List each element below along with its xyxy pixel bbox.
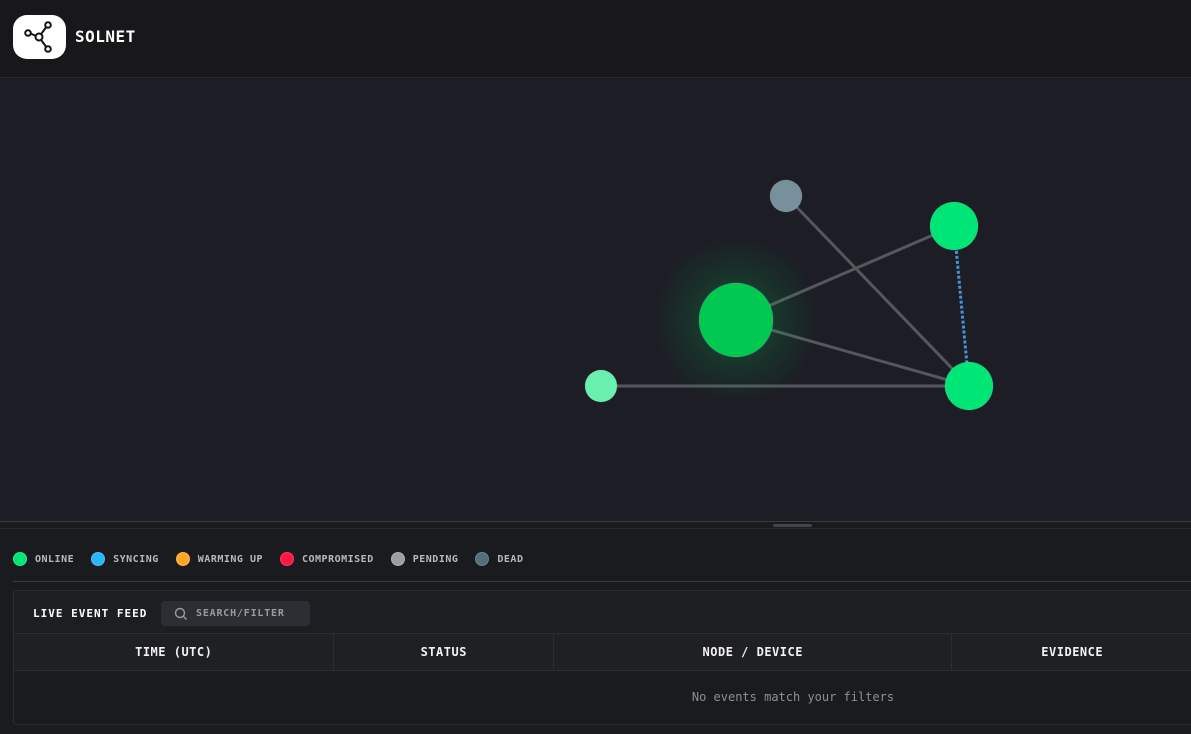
network-graph-canvas[interactable]	[0, 78, 1191, 521]
legend-dot	[175, 552, 190, 566]
panel-splitter[interactable]	[0, 521, 1191, 529]
legend-item-warming-up: WARMING UP	[175, 552, 263, 566]
splitter-handle[interactable]	[773, 524, 812, 527]
network-graph[interactable]	[0, 78, 1191, 521]
legend-label: DEAD	[497, 553, 524, 565]
feed-title: LIVE EVENT FEED	[33, 607, 148, 620]
legend-dot	[91, 552, 106, 566]
column-header-time[interactable]: TIME (UTC)	[14, 634, 335, 670]
search-input[interactable]	[196, 608, 306, 619]
feed-toolbar: LIVE EVENT FEED	[14, 591, 1191, 634]
legend-label: PENDING	[412, 553, 459, 565]
legend-label: COMPROMISED	[302, 553, 374, 565]
legend-item-online: ONLINE	[13, 552, 74, 566]
table-header: TIME (UTC) STATUS NODE / DEVICE EVIDENCE	[14, 634, 1191, 671]
node-hub[interactable]	[698, 282, 774, 358]
node-bottom-right[interactable]	[944, 361, 994, 411]
column-header-evidence[interactable]: EVIDENCE	[952, 634, 1191, 670]
node-left[interactable]	[584, 369, 618, 403]
empty-state-message: No events match your filters	[691, 690, 895, 704]
network-graph-icon	[23, 21, 52, 53]
app-header: SOLNET	[0, 0, 1191, 78]
logo[interactable]	[13, 15, 66, 59]
status-legend: ONLINE SYNCING WARMING UP COMPROMISED PENDIN…	[13, 551, 540, 567]
node-top[interactable]	[769, 179, 803, 213]
legend-dot	[475, 552, 490, 566]
column-header-status[interactable]: STATUS	[334, 634, 555, 670]
legend-label: ONLINE	[35, 553, 75, 565]
legend-item-dead: DEAD	[475, 552, 523, 566]
search-box[interactable]	[161, 601, 310, 626]
column-header-node-device[interactable]: NODE / DEVICE	[554, 634, 953, 670]
legend-item-pending: PENDING	[390, 552, 459, 566]
legend-dot	[13, 552, 27, 566]
node-top-right[interactable]	[929, 201, 979, 251]
live-event-feed: LIVE EVENT FEED TIME (UTC) STATUS NODE /…	[13, 590, 1191, 725]
search-icon	[174, 607, 187, 620]
legend-dot	[280, 552, 294, 566]
legend-dot	[390, 552, 405, 566]
app-title: SOLNET	[75, 27, 136, 46]
legend-label: SYNCING	[113, 553, 159, 565]
legend-label: WARMING UP	[197, 553, 263, 565]
legend-item-compromised: COMPROMISED	[280, 552, 374, 566]
legend-divider	[13, 581, 1191, 582]
legend-item-syncing: SYNCING	[91, 552, 159, 566]
